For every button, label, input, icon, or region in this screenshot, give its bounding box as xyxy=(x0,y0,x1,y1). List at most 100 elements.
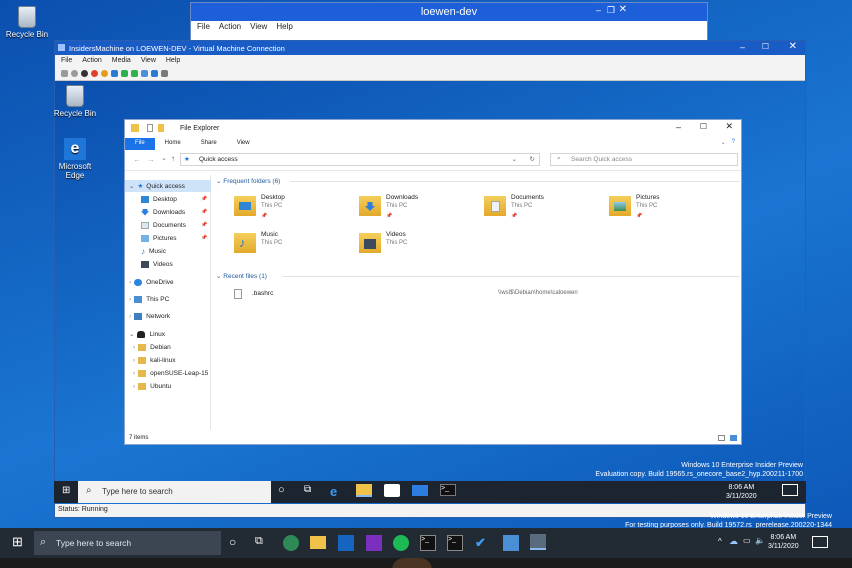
edge-icon[interactable] xyxy=(283,535,299,551)
spotify-icon[interactable] xyxy=(393,535,409,551)
collapse-icon[interactable]: ⌄ xyxy=(129,330,134,338)
nav-downloads[interactable]: Downloads 📌 xyxy=(141,206,207,218)
expand-icon[interactable]: › xyxy=(129,313,131,320)
vm-title-bar[interactable]: InsidersMachine on LOEWEN-DEV - Virtual … xyxy=(55,41,805,55)
todo-icon[interactable]: ✔ xyxy=(475,535,491,551)
ctrl-alt-del-icon[interactable] xyxy=(61,70,68,77)
up-icon[interactable]: ↑ xyxy=(171,154,175,163)
minimize-icon[interactable]: – xyxy=(740,42,745,52)
folder-videos[interactable]: Videos This PC xyxy=(359,231,479,265)
reset-icon[interactable] xyxy=(121,70,128,77)
folder-desktop[interactable]: Desktop This PC 📌 xyxy=(234,194,354,228)
terminal-icon[interactable]: >_ xyxy=(440,484,456,496)
frequent-folders-header[interactable]: ⌄ Frequent folders (6) xyxy=(216,177,280,185)
nav-videos[interactable]: Videos xyxy=(141,258,173,270)
guest-edge-shortcut[interactable]: e Microsoft Edge xyxy=(52,138,98,180)
close-icon[interactable]: ✕ xyxy=(619,4,627,15)
pin-icon[interactable]: 📌 xyxy=(201,209,207,215)
guest-recycle-bin[interactable]: Recycle Bin xyxy=(52,85,98,118)
expand-icon[interactable]: › xyxy=(129,279,131,286)
vm-menu-view[interactable]: View xyxy=(141,57,156,65)
file-explorer-icon[interactable] xyxy=(310,536,326,549)
shutdown-icon[interactable] xyxy=(91,70,98,77)
terminal-icon-2[interactable]: >_ xyxy=(447,535,463,551)
large-icons-view-icon[interactable] xyxy=(730,435,737,441)
expand-icon[interactable]: › xyxy=(133,344,135,351)
host-recycle-bin[interactable]: Recycle Bin xyxy=(4,6,50,39)
close-icon[interactable]: ✕ xyxy=(789,41,797,52)
task-view-icon[interactable]: ⧉ xyxy=(255,535,271,551)
hyperv-manager-icon[interactable] xyxy=(503,535,519,551)
maximize-icon[interactable]: ☐ xyxy=(762,42,769,51)
action-center-icon[interactable] xyxy=(782,484,798,496)
nav-linux[interactable]: ⌄ Linux xyxy=(129,328,165,340)
network-icon[interactable]: ▭ xyxy=(743,536,751,545)
nav-network[interactable]: › Network xyxy=(129,310,170,322)
folder-pictures[interactable]: Pictures This PC 📌 xyxy=(609,194,729,228)
pin-icon[interactable]: 📌 xyxy=(201,222,207,228)
recent-files-header[interactable]: ⌄ Recent files (1) xyxy=(216,272,267,280)
start-icon[interactable] xyxy=(71,70,78,77)
nav-quick-access[interactable]: ⌄ ★ Quick access xyxy=(125,180,211,192)
host-search-box[interactable]: ⌕ Type here to search xyxy=(34,531,221,555)
folder-music[interactable]: ♪ Music This PC xyxy=(234,231,354,265)
turn-off-icon[interactable] xyxy=(81,70,88,77)
menu-help[interactable]: Help xyxy=(276,22,292,32)
back-icon[interactable]: ← xyxy=(133,155,141,164)
windows-start-icon[interactable]: ⊞ xyxy=(62,486,72,496)
menu-action[interactable]: Action xyxy=(219,22,241,32)
edge-icon[interactable]: e xyxy=(330,484,346,500)
tab-share[interactable]: Share xyxy=(191,138,227,150)
search-input[interactable]: ⌕ Search Quick access xyxy=(550,153,738,166)
save-icon[interactable] xyxy=(101,70,108,77)
forward-icon[interactable]: → xyxy=(147,155,155,164)
vm-menu-action[interactable]: Action xyxy=(82,57,101,65)
refresh-icon[interactable]: ↻ xyxy=(530,155,535,163)
nav-this-pc[interactable]: › This PC xyxy=(129,293,169,305)
vm-connection-icon[interactable] xyxy=(530,534,546,550)
maximize-icon[interactable]: ☐ xyxy=(700,122,707,131)
nav-ubuntu[interactable]: › Ubuntu xyxy=(133,380,171,392)
address-bar[interactable]: ★ Quick access ⌄ ↻ xyxy=(180,153,540,166)
pause-icon[interactable] xyxy=(111,70,118,77)
file-explorer-icon[interactable] xyxy=(356,484,372,497)
properties-icon[interactable] xyxy=(147,124,153,132)
onedrive-icon[interactable]: ☁ xyxy=(729,536,738,547)
action-center-icon[interactable] xyxy=(812,536,828,548)
pin-icon[interactable]: 📌 xyxy=(201,196,207,202)
folder-documents[interactable]: Documents This PC 📌 xyxy=(484,194,604,228)
address-dropdown-icon[interactable]: ⌄ xyxy=(512,155,517,163)
menu-view[interactable]: View xyxy=(250,22,267,32)
tab-view[interactable]: View xyxy=(227,138,260,150)
menu-file[interactable]: File xyxy=(197,22,210,32)
onenote-icon[interactable] xyxy=(366,535,382,551)
nav-pictures[interactable]: Pictures 📌 xyxy=(141,232,207,244)
cortana-icon[interactable]: ○ xyxy=(278,484,294,500)
host-vm-title-bar[interactable]: loewen-dev – ❐ ✕ xyxy=(191,3,707,21)
expand-icon[interactable]: › xyxy=(133,357,135,364)
new-folder-icon[interactable] xyxy=(158,124,164,132)
vm-menu-media[interactable]: Media xyxy=(112,57,131,65)
guest-search-box[interactable]: ⌕ Type here to search xyxy=(78,481,271,503)
tab-file[interactable]: File xyxy=(125,138,155,150)
cortana-icon[interactable]: ○ xyxy=(229,535,245,551)
vm-menu-help[interactable]: Help xyxy=(166,57,180,65)
enhanced-session-icon[interactable] xyxy=(151,70,158,77)
terminal-icon[interactable]: >_ xyxy=(420,535,436,551)
fe-title-bar[interactable]: File Explorer – ☐ ✕ xyxy=(125,120,741,138)
show-hidden-icons[interactable]: ^ xyxy=(718,537,722,546)
minimize-icon[interactable]: – xyxy=(596,5,601,15)
pin-icon[interactable]: 📌 xyxy=(201,235,207,241)
revert-icon[interactable] xyxy=(141,70,148,77)
volume-icon[interactable]: 🔈 xyxy=(755,536,765,545)
expand-icon[interactable]: › xyxy=(133,370,135,377)
folder-downloads[interactable]: Downloads This PC 📌 xyxy=(359,194,479,228)
nav-music[interactable]: ♪ Music xyxy=(141,245,166,257)
recent-locations-icon[interactable]: ⌄ xyxy=(161,154,167,162)
mail-icon[interactable] xyxy=(412,485,428,496)
help-icon[interactable]: ? xyxy=(730,138,741,150)
nav-kali-linux[interactable]: › kali-linux xyxy=(133,354,175,366)
checkpoint-icon[interactable] xyxy=(131,70,138,77)
recent-file-row[interactable]: .bashrc \\wsl$\Debian\home\caloewen xyxy=(230,288,740,302)
expand-icon[interactable]: › xyxy=(129,296,131,303)
